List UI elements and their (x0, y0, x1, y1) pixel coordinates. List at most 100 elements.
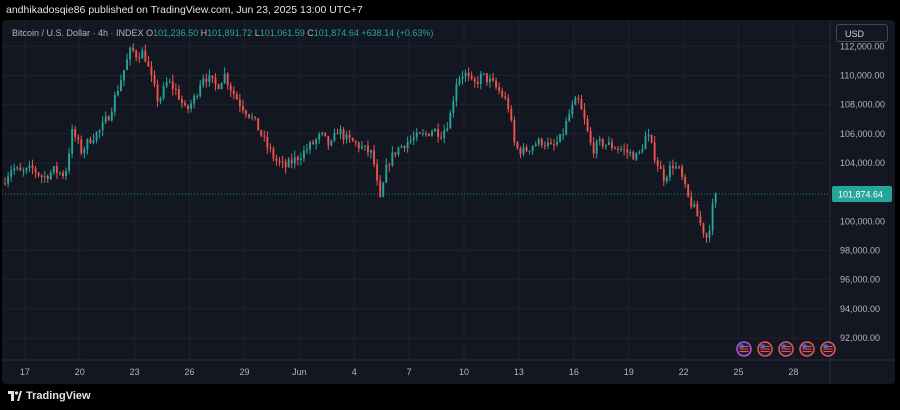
candle-body (31, 165, 34, 169)
candle-body (184, 103, 186, 106)
x-tick-label: 19 (624, 367, 634, 377)
candle-body (412, 137, 415, 140)
candle-body (290, 159, 293, 164)
candle-body (345, 134, 348, 140)
candle-body (449, 112, 452, 129)
candle-body (77, 136, 80, 140)
candle-body (62, 172, 64, 177)
candle-body (443, 130, 446, 139)
candle-body (251, 116, 254, 118)
candle-body (684, 176, 687, 185)
candle-body (16, 167, 19, 169)
candle-body (516, 141, 519, 149)
candle-body (525, 147, 528, 152)
candle-body (159, 97, 162, 102)
candle-body (309, 142, 311, 150)
candle-body (129, 47, 132, 60)
candle-body (119, 80, 122, 92)
candle-body (65, 170, 67, 177)
candle-body (354, 141, 357, 143)
candle-body (580, 99, 583, 110)
x-tick-label: 25 (734, 367, 744, 377)
x-tick-label: 26 (185, 367, 195, 377)
candle-body (668, 165, 671, 177)
x-tick-label: 13 (514, 367, 524, 377)
candle-body (168, 81, 171, 83)
candle-body (241, 105, 244, 111)
candle-body (550, 142, 552, 144)
us-flag-event-icon[interactable] (778, 341, 794, 357)
us-flag-event-icon[interactable] (736, 341, 752, 357)
top-bar: andhikadosqie86 published on TradingView… (0, 0, 900, 20)
y-tick-label: 100,000.00 (840, 216, 885, 226)
candle-body (638, 151, 641, 153)
candle-body (226, 73, 229, 86)
y-tick-label: 96,000.00 (840, 275, 880, 285)
candle-body (363, 145, 366, 147)
candle-body (406, 141, 409, 148)
footer: TradingView (0, 384, 900, 410)
x-tick-label: 16 (569, 367, 579, 377)
candle-body (287, 159, 290, 168)
candle-body (522, 147, 525, 154)
candle-body (671, 165, 674, 169)
candle-body (281, 161, 284, 163)
candle-body (403, 145, 406, 148)
candle-body (510, 108, 513, 121)
candle-body (254, 116, 257, 119)
open-value: 101,236.50 (153, 28, 199, 38)
candle-body (171, 81, 174, 89)
candle-body (464, 72, 467, 77)
candle-body (592, 142, 595, 154)
candle-body (162, 86, 165, 98)
candle-body (174, 88, 177, 90)
candle-body (110, 111, 113, 121)
x-tick-label: 28 (788, 367, 798, 377)
candle-body (220, 82, 223, 90)
candle-body (180, 99, 183, 104)
candle-body (400, 145, 403, 148)
x-tick-label: 29 (239, 367, 249, 377)
x-tick-label: 22 (679, 367, 689, 377)
candle-body (58, 172, 61, 174)
candle-body (302, 150, 305, 159)
candle-body (223, 73, 226, 83)
price-chart[interactable]: 112,000.00110,000.00108,000.00106,000.00… (2, 20, 895, 384)
candle-body (318, 134, 321, 140)
us-flag-event-icon[interactable] (820, 341, 836, 357)
candle-body (89, 139, 92, 143)
candle-body (699, 216, 702, 224)
candle-body (623, 149, 626, 151)
candle-body (71, 129, 74, 154)
candle-body (357, 142, 360, 149)
candle-body (95, 132, 98, 141)
us-flag-event-icon[interactable] (757, 341, 773, 357)
candle-body (678, 166, 680, 168)
candle-body (348, 134, 351, 139)
candle-body (467, 72, 470, 76)
candle-body (86, 139, 89, 150)
candle-body (421, 133, 424, 135)
candle-body (409, 139, 412, 142)
us-flag-event-icon[interactable] (799, 341, 815, 357)
candle-body (46, 175, 49, 180)
candle-body (653, 142, 656, 161)
candle-body (196, 95, 199, 97)
candle-body (208, 75, 211, 83)
candle-body (614, 147, 616, 149)
candle-body (299, 158, 302, 160)
candle-body (485, 73, 488, 83)
x-tick-label: 23 (130, 367, 140, 377)
last-price-label: 101,874.64 (838, 190, 883, 200)
candle-body (92, 140, 95, 143)
candle-body (229, 85, 232, 91)
candle-body (315, 139, 318, 144)
x-tick-label: 4 (352, 367, 357, 377)
candle-body (418, 132, 421, 134)
candle-body (415, 132, 418, 138)
currency-button[interactable]: USD (836, 24, 888, 42)
candle-body (537, 138, 540, 145)
candle-body (248, 114, 250, 118)
candle-body (659, 166, 662, 169)
chart-panel[interactable]: 112,000.00 110,000.00 108,000.00 106,000.00… (2, 20, 895, 384)
